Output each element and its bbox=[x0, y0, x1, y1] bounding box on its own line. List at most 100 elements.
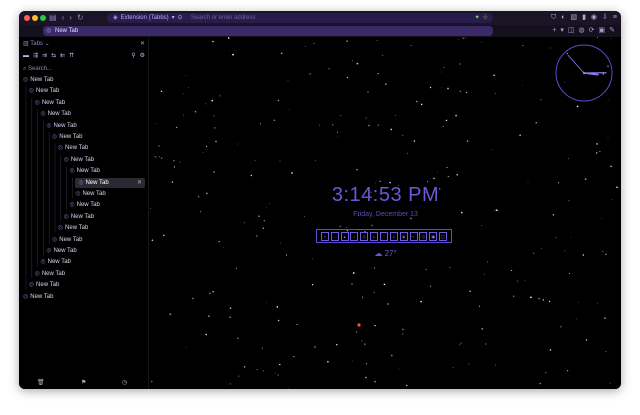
extension-puzzle-icon[interactable]: ✦ bbox=[475, 13, 480, 23]
tab-favicon-icon: ◎ bbox=[23, 77, 29, 83]
pin-icon[interactable]: ✎ bbox=[609, 26, 615, 36]
tab-tree-item[interactable]: ◎ New Tab bbox=[69, 166, 100, 176]
star bbox=[468, 363, 470, 365]
new-tab-icon[interactable]: + bbox=[552, 26, 556, 36]
tab-tree-item[interactable]: ◎ New Tab bbox=[58, 143, 89, 153]
minimize-window-button[interactable] bbox=[32, 15, 38, 21]
menu-icon[interactable]: ≡ bbox=[613, 13, 617, 23]
star bbox=[577, 301, 579, 303]
screenshot-icon[interactable]: ▧ bbox=[570, 13, 577, 23]
tab-tree-item[interactable]: ◎ New Tab bbox=[40, 109, 71, 119]
tab-tree-item[interactable]: ◎ New Tab bbox=[64, 155, 95, 165]
tab-tree-item[interactable]: ◎ New Tab bbox=[52, 132, 83, 142]
tab-tree-item[interactable]: ◎ New Tab bbox=[23, 292, 54, 302]
tab-tree-item[interactable]: ◎ New Tab bbox=[52, 235, 83, 245]
tab-tree-item[interactable]: ◎ New Tab bbox=[46, 121, 77, 131]
shortcut-6-icon[interactable]: ▹ bbox=[370, 231, 379, 241]
shortcut-12-icon[interactable]: ▣ bbox=[429, 231, 438, 241]
layout-icon[interactable]: ▣ bbox=[599, 26, 606, 36]
star bbox=[398, 368, 400, 370]
stats-icon[interactable]: ▮ bbox=[582, 13, 586, 23]
shortcut-2-icon[interactable]: ◦ bbox=[330, 231, 339, 241]
tab-tree-item[interactable]: ◎ New Tab bbox=[23, 75, 54, 85]
shortcut-3-icon[interactable]: ▴ bbox=[340, 231, 349, 241]
downloads-icon[interactable]: ⇩ bbox=[602, 13, 608, 23]
tab-favicon-icon: ◎ bbox=[57, 145, 64, 152]
reload-icon[interactable]: ↻ bbox=[77, 13, 84, 23]
tab-favicon-icon: ◎ bbox=[63, 156, 69, 163]
tab-tree-item[interactable]: ◎ New Tab bbox=[64, 212, 95, 222]
weather-widget: ☁ 27° bbox=[150, 249, 621, 258]
star bbox=[568, 272, 571, 275]
star bbox=[229, 307, 232, 309]
tab-tree-item-label: New Tab bbox=[36, 282, 60, 289]
tab-tree-item[interactable]: ◎ New Tab bbox=[29, 86, 60, 96]
star bbox=[243, 222, 245, 224]
tab-tree-item[interactable]: ◎ New Tab bbox=[35, 269, 66, 279]
tab-favicon-icon: ◎ bbox=[63, 213, 69, 220]
tab-tree-item-label: New Tab bbox=[36, 88, 60, 95]
tab-tree-item[interactable]: ◎ New Tab bbox=[40, 257, 71, 267]
star bbox=[481, 41, 483, 43]
extensions-icon[interactable]: ◐ bbox=[561, 13, 565, 23]
bookmark-icon[interactable]: ☆ bbox=[483, 13, 488, 23]
shortcut-5-icon[interactable]: ◇ bbox=[360, 231, 369, 241]
tab-title: New Tab bbox=[55, 28, 79, 34]
star bbox=[449, 267, 451, 268]
trash-icon[interactable]: 🗑 bbox=[37, 379, 45, 386]
star bbox=[155, 123, 157, 124]
tab-tree-item[interactable]: ◎ New Tab bbox=[69, 200, 100, 210]
tab-tree-item[interactable]: ◎ New Tab bbox=[75, 189, 106, 199]
extension-label[interactable]: Extension (Tabbs) bbox=[121, 13, 169, 23]
sidebar-toggle-icon[interactable]: ▤ bbox=[49, 13, 57, 23]
history-icon[interactable]: ◷ bbox=[122, 379, 127, 386]
profile-icon[interactable]: ◍ bbox=[579, 26, 585, 36]
star bbox=[176, 126, 178, 128]
star bbox=[481, 225, 483, 227]
close-window-button[interactable] bbox=[24, 15, 30, 21]
star bbox=[459, 90, 462, 93]
forward-icon[interactable]: › bbox=[69, 13, 72, 23]
star bbox=[410, 45, 412, 46]
site-info-icon[interactable]: ⊙ bbox=[178, 13, 183, 23]
star bbox=[478, 305, 481, 307]
split-view-icon[interactable]: ◫ bbox=[568, 26, 575, 36]
shortcut-13-icon[interactable]: ▢ bbox=[439, 231, 448, 241]
tab-tree-item[interactable]: ◎ New Tab ✕ bbox=[75, 177, 145, 188]
shortcut-7-icon[interactable]: ◦ bbox=[379, 231, 388, 241]
back-icon[interactable]: ‹ bbox=[62, 13, 65, 23]
close-tab-icon[interactable]: ✕ bbox=[137, 178, 142, 188]
tab-new-tab[interactable]: ◎ New Tab bbox=[43, 26, 493, 36]
star bbox=[522, 45, 524, 47]
star bbox=[402, 328, 404, 331]
star bbox=[390, 354, 393, 357]
shield-toolbar-icon[interactable]: ⛉ bbox=[551, 13, 556, 23]
tab-tree-item[interactable]: ◎ New Tab bbox=[35, 98, 66, 108]
sync-icon[interactable]: ⟳ bbox=[589, 26, 595, 36]
bookmarks-icon[interactable]: ⚑ bbox=[81, 379, 86, 386]
star bbox=[516, 280, 518, 282]
shortcut-1-icon[interactable]: ▪ bbox=[320, 231, 329, 241]
star bbox=[545, 372, 547, 374]
star bbox=[188, 87, 189, 88]
shortcut-10-icon[interactable]: ▫ bbox=[409, 231, 418, 241]
star bbox=[374, 324, 376, 327]
tab-tree-item[interactable]: ◎ New Tab bbox=[58, 223, 89, 233]
tab-tree-item-label: New Tab bbox=[47, 259, 71, 266]
tab-list-icon[interactable]: ▾ bbox=[560, 26, 564, 36]
star bbox=[273, 119, 276, 122]
zoom-window-button[interactable] bbox=[40, 15, 46, 21]
star bbox=[560, 326, 562, 328]
shortcut-8-icon[interactable]: ▪ bbox=[389, 231, 398, 241]
shortcut-11-icon[interactable]: ◇ bbox=[419, 231, 428, 241]
extension-dropdown-icon[interactable]: ▾ bbox=[172, 13, 175, 23]
tab-tree-item[interactable]: ◎ New Tab bbox=[46, 246, 77, 256]
shortcut-4-icon[interactable]: ▫ bbox=[350, 231, 359, 241]
shortcut-9-icon[interactable]: ◈ bbox=[399, 231, 408, 241]
tab-tree-item[interactable]: ◎ New Tab bbox=[29, 280, 60, 290]
star bbox=[413, 140, 416, 142]
star bbox=[312, 258, 313, 260]
star bbox=[205, 103, 207, 105]
account-icon[interactable]: ◉ bbox=[591, 13, 597, 23]
address-bar[interactable]: ◈ Extension (Tabbs) ▾ ⊙ Search or enter … bbox=[107, 13, 493, 23]
